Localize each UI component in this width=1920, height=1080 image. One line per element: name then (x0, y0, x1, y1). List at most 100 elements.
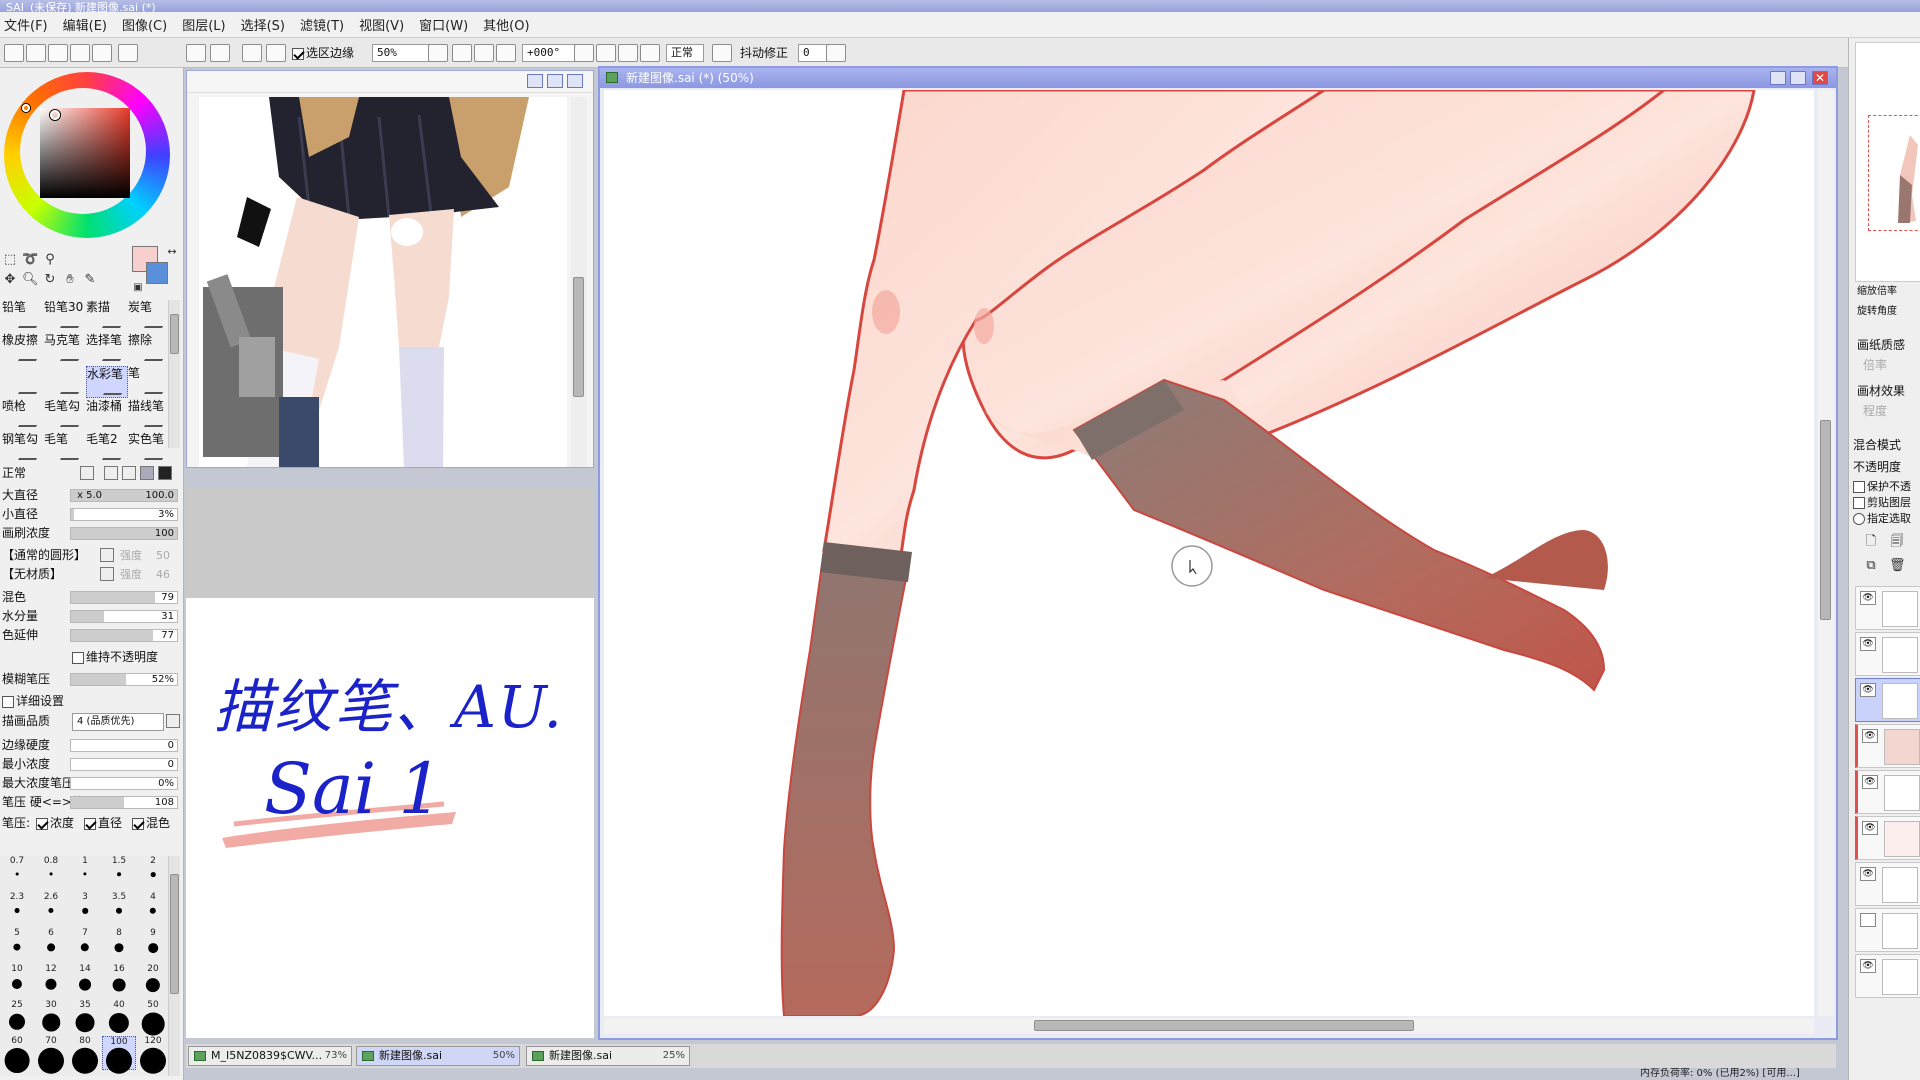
persistence-slider[interactable]: 77 (70, 629, 178, 642)
merge-layer-icon[interactable]: ⧉ (1863, 558, 1879, 574)
rotate-tool-icon[interactable]: ↻ (42, 272, 58, 288)
eye-icon[interactable]: 👁︎ (1860, 959, 1876, 973)
ref-scrollbar[interactable] (571, 97, 587, 467)
eyedropper-icon[interactable]: ✎ (82, 272, 98, 288)
delete-layer-icon[interactable]: 🗑︎ (1889, 558, 1906, 574)
brush-20[interactable]: 实色笔 (128, 432, 171, 464)
brush-10[interactable] (44, 366, 87, 398)
selection-edge-checkbox[interactable] (292, 47, 304, 60)
brush-14[interactable]: 毛笔勾 (44, 399, 87, 431)
brush-size-20[interactable]: 20 (136, 964, 170, 998)
brush-size-30[interactable]: 30 (34, 1000, 68, 1034)
brush-size-2[interactable]: 2 (136, 856, 170, 890)
brush-texture-dropdown-icon[interactable] (100, 567, 114, 581)
layer-item-selected[interactable]: 👁︎ (1855, 678, 1920, 722)
brush-size-0.7[interactable]: 0.7 (0, 856, 34, 890)
protect-opacity-toggle[interactable]: 保护不透 (1853, 478, 1911, 494)
brush-size-5[interactable]: 5 (0, 928, 34, 962)
tip-soft-icon[interactable] (140, 466, 154, 480)
new-layer-icon[interactable]: 🗋︎ (1863, 534, 1879, 550)
brush-17[interactable]: 钢笔勾 (2, 432, 45, 464)
brush-13[interactable]: 喷枪 (2, 399, 45, 431)
panel-toggle-6-icon[interactable] (118, 44, 138, 62)
brush-15[interactable]: 油漆桶 (86, 399, 129, 431)
brush-size-4[interactable]: 4 (136, 892, 170, 926)
brush-size-16[interactable]: 16 (102, 964, 136, 998)
selection-edge-toggle[interactable]: 选区边缘 (292, 44, 354, 62)
new-set-icon[interactable]: 🗐︎ (1889, 534, 1905, 550)
blending-slider[interactable]: 79 (70, 591, 178, 604)
blend-mode-select[interactable]: 正常 (666, 44, 704, 62)
brush-size-80[interactable]: 80 (68, 1036, 102, 1074)
brush-8[interactable]: 擦除 (128, 333, 171, 365)
canvas-close-icon[interactable]: ✕ (1812, 71, 1828, 85)
tip-medium-icon[interactable] (122, 466, 136, 480)
layer-item[interactable]: 👁︎ (1855, 816, 1920, 860)
canvas-horizontal-scrollbar[interactable] (604, 1018, 1814, 1034)
min-density-slider[interactable]: 0 (70, 758, 178, 771)
saturation-value-square[interactable] (40, 108, 130, 198)
brush-size-6[interactable]: 6 (34, 928, 68, 962)
clip-layer-toggle[interactable]: 剪贴图层 (1853, 494, 1911, 510)
brush-12[interactable]: 笔 (128, 366, 171, 398)
invert-selection-icon[interactable] (266, 44, 286, 62)
layer-item[interactable]: 👁︎ (1855, 586, 1920, 630)
brush-size-0.8[interactable]: 0.8 (34, 856, 68, 890)
keep-opacity-checkbox[interactable] (72, 651, 84, 664)
layer-item[interactable]: 👁︎ (1855, 954, 1920, 998)
ref-minimize-icon[interactable] (527, 74, 543, 88)
magic-wand-icon[interactable]: ⚲ (42, 252, 58, 268)
brush-size-8[interactable]: 8 (102, 928, 136, 962)
rotate-reset-icon[interactable] (640, 44, 660, 62)
menu-file[interactable]: 文件(F) (0, 15, 59, 34)
panel-toggle-1-icon[interactable] (4, 44, 24, 62)
brush-size-3.5[interactable]: 3.5 (102, 892, 136, 926)
zoom-out-icon[interactable] (452, 44, 472, 62)
brush-size-35[interactable]: 35 (68, 1000, 102, 1034)
secondary-color-swatch[interactable] (146, 262, 168, 284)
brush-size-50[interactable]: 50 (136, 1000, 170, 1036)
pressure-blend-checkbox[interactable] (132, 817, 144, 830)
eye-icon[interactable]: 👁︎ (1860, 591, 1876, 605)
panel-toggle-5-icon[interactable] (92, 44, 112, 62)
layer-item[interactable]: 👁︎ (1855, 770, 1920, 814)
tab-doc-1[interactable]: M_I5NZ0839$CWV... 73% (188, 1046, 352, 1066)
tip-flat-icon[interactable] (158, 466, 172, 480)
brush-16[interactable]: 描线笔 (128, 399, 171, 431)
layer-item[interactable]: 👁︎ (1855, 724, 1920, 768)
brush-4[interactable]: 炭笔 (128, 300, 171, 332)
pressure-options-row[interactable]: 笔压: 浓度 直径 混色 (0, 814, 183, 833)
brush-size-40[interactable]: 40 (102, 1000, 136, 1034)
brush-mode-dropdown-icon[interactable] (80, 466, 94, 480)
min-size-slider[interactable]: 3% (70, 508, 178, 521)
brush-size-scrollbar[interactable] (168, 856, 180, 1076)
tip-sharp-icon[interactable] (104, 466, 118, 480)
ref-close-icon[interactable] (567, 74, 583, 88)
selection-source-toggle[interactable]: 指定选取 (1853, 510, 1911, 526)
eye-icon[interactable] (1860, 913, 1876, 927)
zoom-field[interactable]: 50% (372, 44, 434, 62)
eye-icon[interactable]: 👁︎ (1860, 637, 1876, 651)
menu-layer[interactable]: 图层(L) (178, 15, 236, 34)
brush-size-10[interactable]: 10 (0, 964, 34, 998)
brush-6[interactable]: 马克笔 (44, 333, 87, 365)
menu-other[interactable]: 其他(O) (479, 15, 540, 34)
rotation-dropdown-icon[interactable] (574, 44, 594, 62)
lasso-icon[interactable]: ➰ (22, 252, 38, 268)
max-density-pressure-slider[interactable]: 0% (70, 777, 178, 790)
menu-filter[interactable]: 滤镜(T) (296, 15, 355, 34)
menu-view[interactable]: 视图(V) (355, 15, 415, 34)
menu-image[interactable]: 图像(C) (118, 15, 178, 34)
brush-3[interactable]: 素描 (86, 300, 129, 332)
brush-7[interactable]: 选择笔 (86, 333, 129, 365)
brush-size-3[interactable]: 3 (68, 892, 102, 926)
brush-shape-dropdown-icon[interactable] (100, 548, 114, 562)
eye-icon[interactable]: 👁︎ (1860, 683, 1876, 697)
panel-toggle-2-icon[interactable] (26, 44, 46, 62)
advanced-checkbox[interactable] (2, 695, 14, 708)
drawing-canvas[interactable] (604, 90, 1814, 1016)
zoom-in-icon[interactable] (474, 44, 494, 62)
brush-size-70[interactable]: 70 (34, 1036, 68, 1074)
panel-toggle-4-icon[interactable] (70, 44, 90, 62)
rotate-left-icon[interactable] (596, 44, 616, 62)
